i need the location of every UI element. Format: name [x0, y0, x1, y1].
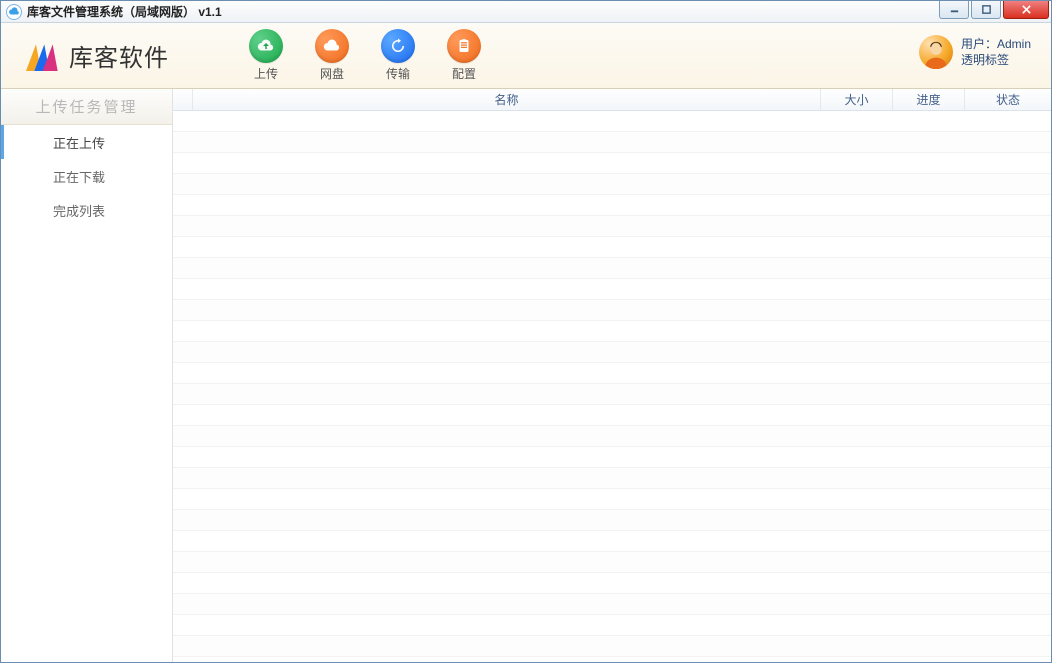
toolbar-buttons: 上传 网盘 传输 配置: [249, 29, 481, 82]
sidebar-title: 上传任务管理: [1, 89, 172, 125]
sidebar-item-label: 正在下载: [53, 167, 105, 186]
minimize-button[interactable]: [939, 1, 969, 19]
upload-button[interactable]: 上传: [249, 29, 283, 82]
upload-icon: [249, 29, 283, 63]
transfer-icon: [381, 29, 415, 63]
table-row: [173, 153, 1051, 174]
brand-name: 库客软件: [69, 38, 169, 73]
disk-button[interactable]: 网盘: [315, 29, 349, 82]
brand-logo-icon: [21, 36, 61, 76]
disk-icon: [315, 29, 349, 63]
table-row: [173, 552, 1051, 573]
col-blank: [173, 89, 193, 110]
table-row: [173, 384, 1051, 405]
col-status[interactable]: 状态: [965, 89, 1051, 110]
table-row: [173, 321, 1051, 342]
brand: 库客软件: [21, 36, 169, 76]
table-header: 名称 大小 进度 状态: [173, 89, 1051, 111]
col-progress[interactable]: 进度: [893, 89, 965, 110]
col-size-label: 大小: [844, 91, 868, 108]
sidebar-item-label: 正在上传: [53, 133, 105, 152]
table-row: [173, 342, 1051, 363]
transfer-label: 传输: [386, 65, 410, 82]
table-row: [173, 237, 1051, 258]
maximize-button[interactable]: [971, 1, 1001, 19]
table-row: [173, 258, 1051, 279]
sidebar: 上传任务管理 正在上传 正在下载 完成列表: [1, 89, 173, 662]
toolbar: 库客软件 上传 网盘 传输: [1, 23, 1051, 89]
window-controls: [937, 1, 1049, 19]
title-bar: 库客文件管理系统（局域网版） v1.1: [1, 1, 1051, 23]
disk-label: 网盘: [320, 65, 344, 82]
table-row: [173, 426, 1051, 447]
col-name[interactable]: 名称: [193, 89, 821, 110]
table-row: [173, 279, 1051, 300]
user-tag-label[interactable]: 透明标签: [961, 52, 1031, 68]
table-row: [173, 636, 1051, 657]
user-name-label: 用户：Admin: [961, 36, 1031, 52]
table-row: [173, 363, 1051, 384]
col-size[interactable]: 大小: [821, 89, 893, 110]
sidebar-item-completed[interactable]: 完成列表: [1, 193, 172, 227]
close-button[interactable]: [1003, 1, 1049, 19]
table-row: [173, 657, 1051, 662]
table-row: [173, 195, 1051, 216]
sidebar-item-label: 完成列表: [53, 201, 105, 220]
table-row: [173, 615, 1051, 636]
app-window: 库客文件管理系统（局域网版） v1.1 库客软件: [0, 0, 1052, 663]
table-row: [173, 468, 1051, 489]
table-row: [173, 174, 1051, 195]
table-row: [173, 447, 1051, 468]
main-panel: 名称 大小 进度 状态: [173, 89, 1051, 662]
table-row: [173, 510, 1051, 531]
table-row: [173, 531, 1051, 552]
config-button[interactable]: 配置: [447, 29, 481, 82]
user-info: 用户：Admin 透明标签: [961, 36, 1031, 68]
col-name-label: 名称: [494, 91, 518, 108]
sidebar-item-downloading[interactable]: 正在下载: [1, 159, 172, 193]
col-progress-label: 进度: [916, 91, 940, 108]
config-label: 配置: [452, 65, 476, 82]
transfer-button[interactable]: 传输: [381, 29, 415, 82]
app-icon: [6, 4, 22, 20]
table-row: [173, 573, 1051, 594]
table-row: [173, 216, 1051, 237]
table-row: [173, 405, 1051, 426]
body: 上传任务管理 正在上传 正在下载 完成列表 名称 大小 进度 状态: [1, 89, 1051, 662]
table-row: [173, 594, 1051, 615]
table-row: [173, 489, 1051, 510]
table-row: [173, 111, 1051, 132]
user-avatar-icon: [919, 35, 953, 69]
table-body: [173, 111, 1051, 662]
window-title: 库客文件管理系统（局域网版） v1.1: [27, 3, 222, 20]
table-row: [173, 300, 1051, 321]
config-icon: [447, 29, 481, 63]
user-area: 用户：Admin 透明标签: [919, 35, 1031, 69]
col-status-label: 状态: [996, 91, 1020, 108]
sidebar-item-uploading[interactable]: 正在上传: [1, 125, 172, 159]
table-row: [173, 132, 1051, 153]
upload-label: 上传: [254, 65, 278, 82]
